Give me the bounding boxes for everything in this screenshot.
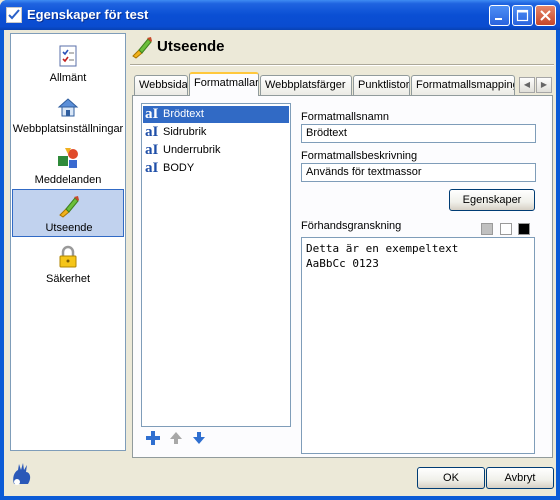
list-item[interactable]: aI BODY: [143, 160, 289, 177]
checklist-icon: [59, 45, 77, 67]
title-bar[interactable]: Egenskaper för test: [0, 0, 560, 30]
plus-icon: [146, 431, 160, 445]
name-label: Formatmallsnamn: [301, 111, 390, 123]
arrow-up-icon: [170, 432, 182, 444]
tab-formatmallsmapping[interactable]: Formatmallsmapping: [411, 75, 515, 95]
tab-punktlistor[interactable]: Punktlistor: [353, 75, 410, 95]
move-down-button[interactable]: [191, 430, 207, 446]
list-item[interactable]: aI Underrubrik: [143, 142, 289, 159]
list-item-label: BODY: [163, 162, 195, 174]
sidebar-item-label: Utseende: [45, 222, 93, 234]
preview-text-line: AaBbCc 0123: [306, 257, 379, 270]
swatch-white[interactable]: [500, 223, 512, 235]
sidebar-item-sakerhet[interactable]: Säkerhet: [12, 241, 124, 289]
sidebar-item-label: Meddelanden: [34, 174, 102, 186]
sidebar-item-label: Säkerhet: [45, 273, 91, 285]
dialog-body: Allmänt Webbplatsinställningar Meddeland…: [4, 30, 556, 496]
paintbrush-icon: [59, 196, 79, 218]
preview-box: Detta är en exempeltext AaBbCc 0123: [301, 237, 535, 454]
window-title: Egenskaper för test: [27, 7, 149, 22]
app-logo-icon: [13, 463, 31, 485]
sidebar-item-meddelanden[interactable]: Meddelanden: [12, 142, 124, 190]
maximize-button[interactable]: [512, 5, 533, 26]
close-icon: [540, 10, 551, 21]
list-item[interactable]: aI Sidrubrik: [143, 124, 289, 141]
category-sidebar: Allmänt Webbplatsinställningar Meddeland…: [10, 33, 126, 451]
paintbrush-icon: [132, 37, 152, 59]
swatch-black[interactable]: [518, 223, 530, 235]
tab-webbsida[interactable]: Webbsida: [134, 75, 188, 95]
minimize-button[interactable]: [489, 5, 510, 26]
sidebar-item-webbplatsinstallningar[interactable]: Webbplatsinställningar: [12, 91, 124, 139]
cancel-button[interactable]: Avbryt: [486, 467, 554, 489]
maximize-icon: [516, 9, 529, 22]
sidebar-item-label: Webbplatsinställningar: [12, 123, 124, 135]
list-item[interactable]: aI Brödtext: [143, 106, 289, 123]
properties-button[interactable]: Egenskaper: [449, 189, 535, 211]
sidebar-item-utseende[interactable]: Utseende: [12, 189, 124, 237]
chevron-left-icon: ◀: [523, 80, 531, 89]
swatch-gray[interactable]: [481, 223, 493, 235]
move-up-button[interactable]: [168, 430, 184, 446]
tab-scroll-left-button[interactable]: ◀: [519, 77, 535, 93]
ok-button[interactable]: OK: [417, 467, 485, 489]
style-list[interactable]: aI Brödtext aI Sidrubrik aI Underrubrik …: [141, 103, 291, 427]
list-item-label: Sidrubrik: [163, 126, 207, 138]
minimize-icon: [495, 18, 502, 20]
preview-label: Förhandsgranskning: [301, 220, 402, 232]
close-button[interactable]: [535, 5, 556, 26]
description-label: Formatmallsbeskrivning: [301, 150, 418, 162]
add-style-button[interactable]: [145, 430, 161, 446]
style-icon: aI: [145, 124, 159, 140]
dialog-window: Egenskaper för test Allmänt Webbplatsins…: [0, 0, 560, 500]
style-description-field[interactable]: Används för textmassor: [301, 163, 536, 182]
checklist-icon: [6, 7, 22, 23]
style-name-field[interactable]: Brödtext: [301, 124, 536, 143]
list-item-label: Brödtext: [163, 108, 204, 120]
tab-webbplatsfarger[interactable]: Webbplatsfärger: [260, 75, 352, 95]
sidebar-item-allmant[interactable]: Allmänt: [12, 40, 124, 88]
header-divider: [130, 64, 554, 66]
preview-text-line: Detta är en exempeltext: [306, 242, 459, 255]
chevron-right-icon: ▶: [540, 80, 548, 89]
padlock-icon: [59, 245, 77, 268]
style-icon: aI: [145, 142, 159, 158]
tab-formatmallar[interactable]: Formatmallar: [189, 72, 259, 96]
tab-scroll-right-button[interactable]: ▶: [536, 77, 552, 93]
style-icon: aI: [145, 160, 159, 176]
list-item-label: Underrubrik: [163, 144, 221, 156]
arrow-down-icon: [193, 432, 205, 444]
house-icon: [57, 98, 79, 117]
sidebar-item-label: Allmänt: [49, 72, 87, 84]
style-icon: aI: [145, 106, 159, 122]
shapes-icon: [58, 148, 78, 168]
page-title: Utseende: [157, 38, 225, 55]
